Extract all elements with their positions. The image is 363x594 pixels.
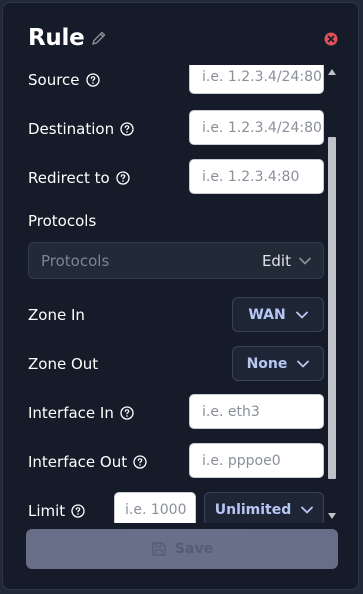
zone-out-select[interactable]: None	[232, 346, 324, 381]
destination-input[interactable]: i.e. 1.2.3.4/24:80	[189, 110, 324, 145]
form-scroll-area[interactable]: Source i.e. 1.2.3.4/24:80 Destination i.…	[3, 65, 343, 523]
interface-out-input[interactable]: i.e. pppoe0	[189, 443, 324, 478]
redirect-label: Redirect to	[28, 169, 110, 187]
zone-out-row: Zone Out	[28, 355, 98, 373]
redirect-input[interactable]: i.e. 1.2.3.4:80	[189, 159, 324, 194]
protocols-field[interactable]: Protocols Edit	[28, 242, 324, 279]
help-icon[interactable]	[120, 122, 134, 136]
scrollbar-thumb[interactable]	[328, 137, 336, 479]
scroll-up-arrow-icon[interactable]	[328, 69, 336, 75]
dialog-header: Rule	[28, 25, 107, 51]
help-icon[interactable]	[71, 504, 85, 518]
limit-unit-select[interactable]: Unlimited	[204, 492, 324, 523]
help-icon[interactable]	[85, 73, 100, 87]
redirect-row: Redirect to	[28, 169, 130, 187]
source-label: Source	[28, 71, 80, 89]
interface-out-label: Interface Out	[28, 453, 128, 471]
close-icon[interactable]	[324, 31, 338, 46]
interface-in-label: Interface In	[28, 404, 114, 422]
pencil-icon[interactable]	[91, 30, 107, 46]
source-input[interactable]: i.e. 1.2.3.4/24:80	[189, 65, 324, 94]
protocols-label: Protocols	[28, 212, 97, 230]
chevron-down-icon	[301, 506, 314, 513]
source-row: Source	[28, 71, 100, 89]
help-icon[interactable]	[120, 406, 134, 420]
protocols-edit-button[interactable]: Edit	[262, 252, 311, 270]
protocols-placeholder: Protocols	[41, 251, 110, 270]
save-button[interactable]: Save	[26, 529, 338, 569]
chevron-down-icon	[299, 257, 311, 264]
zone-in-value: WAN	[248, 306, 286, 323]
protocols-row: Protocols	[28, 212, 96, 230]
destination-label: Destination	[28, 120, 115, 138]
interface-in-input[interactable]: i.e. eth3	[189, 394, 324, 429]
dialog-title: Rule	[28, 25, 85, 51]
zone-in-row: Zone In	[28, 306, 85, 324]
zone-out-value: None	[246, 355, 288, 372]
chevron-down-icon	[295, 311, 308, 318]
scroll-down-arrow-icon[interactable]	[328, 513, 336, 519]
zone-in-select[interactable]: WAN	[232, 297, 324, 332]
help-icon[interactable]	[133, 455, 147, 469]
zone-in-label: Zone In	[28, 306, 85, 324]
floppy-disk-icon	[152, 542, 166, 556]
limit-label: Limit	[28, 502, 66, 520]
interface-in-row: Interface In	[28, 404, 134, 422]
zone-out-label: Zone Out	[28, 355, 99, 373]
limit-input[interactable]: i.e. 1000	[114, 492, 196, 523]
limit-unit-value: Unlimited	[214, 501, 292, 518]
destination-row: Destination	[28, 120, 134, 138]
rule-dialog: Rule Source i.e. 1.2.3.4/24:80 Destinati…	[2, 2, 359, 590]
scrollbar[interactable]	[325, 69, 339, 523]
interface-out-row: Interface Out	[28, 453, 147, 471]
save-label: Save	[174, 541, 214, 557]
help-icon[interactable]	[116, 171, 130, 185]
chevron-down-icon	[297, 360, 310, 367]
limit-row: Limit	[28, 502, 85, 520]
